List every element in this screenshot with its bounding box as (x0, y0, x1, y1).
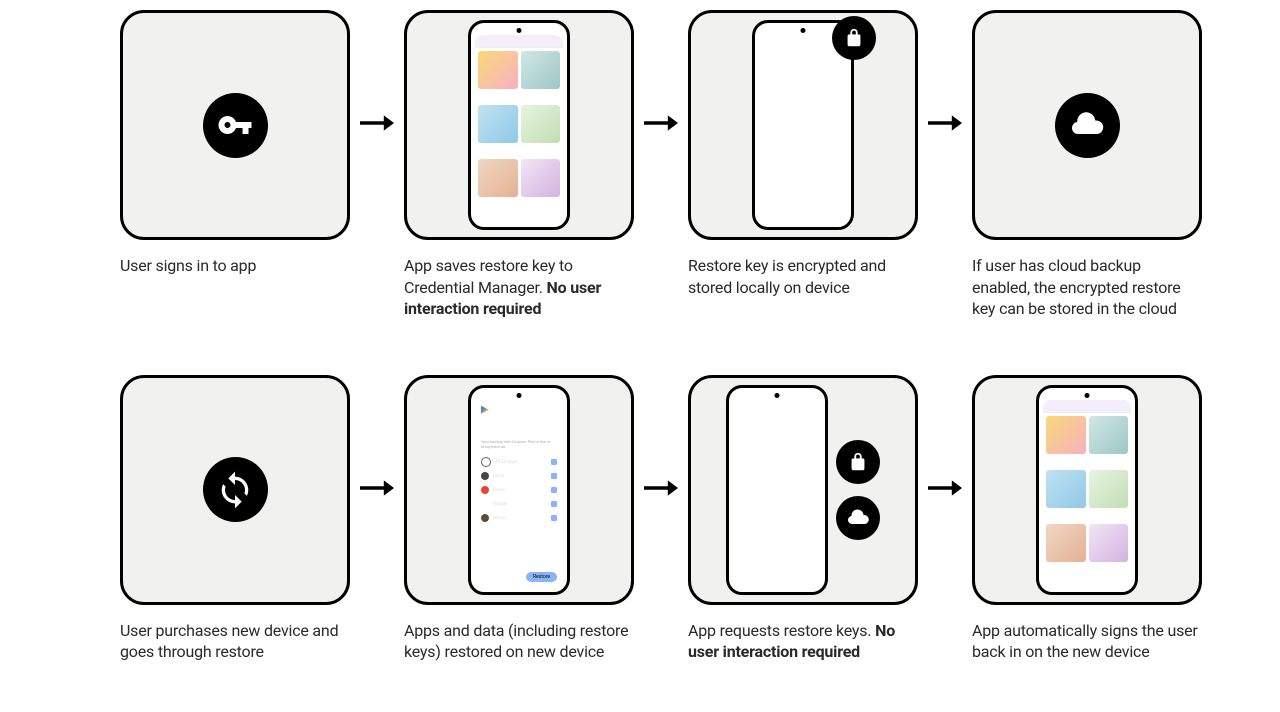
lockscreen-time: 8:16 (762, 418, 792, 439)
sync-icon (203, 457, 268, 522)
arrow-right-icon (928, 475, 962, 501)
step-caption: Apps and data (including restore keys) r… (404, 620, 634, 663)
lockscreen-date: Tuesday, 6 April (789, 75, 817, 80)
step-signin: User signs in to app (120, 10, 350, 277)
cloud-icon (1055, 93, 1120, 158)
step-caption: Restore key is encrypted and stored loca… (688, 255, 918, 298)
phone-mock-lock: 8:16 Tuesday, 6 April (726, 385, 828, 595)
arrow-right-icon (644, 475, 678, 501)
step-box: Choose apps to restore Your backup has 2… (404, 375, 634, 605)
lock-icon (836, 440, 880, 484)
step-box (404, 10, 634, 240)
shop-app-screen (1043, 400, 1131, 588)
phone-mock-shop (468, 20, 570, 230)
step-cloud-backup: If user has cloud backup enabled, the en… (972, 10, 1202, 320)
play-icon (481, 406, 489, 414)
step-restore-apps: Choose apps to restore Your backup has 2… (404, 375, 634, 663)
step-caption: User purchases new device and goes throu… (120, 620, 350, 663)
step-box: 8:16 Tuesday, 6 April (688, 375, 918, 605)
key-icon (203, 93, 268, 158)
flow-row-1: User signs in to app App saves res (120, 10, 1160, 320)
restore-app-item: Clock (481, 469, 557, 483)
step-caption: App requests restore keys. No user inter… (688, 620, 918, 663)
step-box: 8:16 Tuesday, 6 April (688, 10, 918, 240)
phone-mock-restore: Choose apps to restore Your backup has 2… (468, 385, 570, 595)
arrow-right-icon (360, 475, 394, 501)
restore-button: Restore (526, 572, 557, 582)
restore-app-item: Gmail (481, 483, 557, 497)
flow-row-2: User purchases new device and goes throu… (120, 375, 1160, 663)
step-new-device: User purchases new device and goes throu… (120, 375, 350, 663)
lockscreen: 8:16 Tuesday, 6 April (733, 400, 821, 588)
diagram: User signs in to app App saves res (0, 0, 1280, 712)
step-caption: App saves restore key to Credential Mana… (404, 255, 634, 320)
arrow-right-icon (360, 110, 394, 136)
step-caption: If user has cloud backup enabled, the en… (972, 255, 1202, 320)
lockscreen: 8:16 Tuesday, 6 April (759, 35, 847, 223)
phone-mock-shop (1036, 385, 1138, 595)
step-box (972, 375, 1202, 605)
arrow-right-icon (644, 110, 678, 136)
step-caption: User signs in to app (120, 255, 350, 277)
step-box (120, 375, 350, 605)
step-box (972, 10, 1202, 240)
step-encrypt-local: 8:16 Tuesday, 6 April Restore key is enc… (688, 10, 918, 298)
restore-app-item: Shrine (481, 511, 557, 525)
arrow-right-icon (928, 110, 962, 136)
restore-subtitle: Your backup has 24 apps. Pick a few or b… (481, 440, 557, 450)
restore-title: Choose apps to restore (481, 420, 557, 438)
step-save-key: App saves restore key to Credential Mana… (404, 10, 634, 320)
key-sources (836, 440, 880, 540)
restore-panel: Choose apps to restore Your backup has 2… (475, 400, 563, 588)
step-auto-signin: App automatically signs the user back in… (972, 375, 1202, 663)
restore-toggle-all: All 24 apps (481, 455, 557, 469)
shop-app-screen (475, 35, 563, 223)
step-caption: App automatically signs the user back in… (972, 620, 1202, 663)
lockscreen-time: 8:16 (788, 53, 818, 74)
lock-icon (832, 16, 876, 60)
step-box (120, 10, 350, 240)
restore-app-item: Google (481, 497, 557, 511)
step-request-keys: 8:16 Tuesday, 6 April App r (688, 375, 918, 663)
lockscreen-date: Tuesday, 6 April (763, 440, 791, 445)
cloud-icon (836, 496, 880, 540)
